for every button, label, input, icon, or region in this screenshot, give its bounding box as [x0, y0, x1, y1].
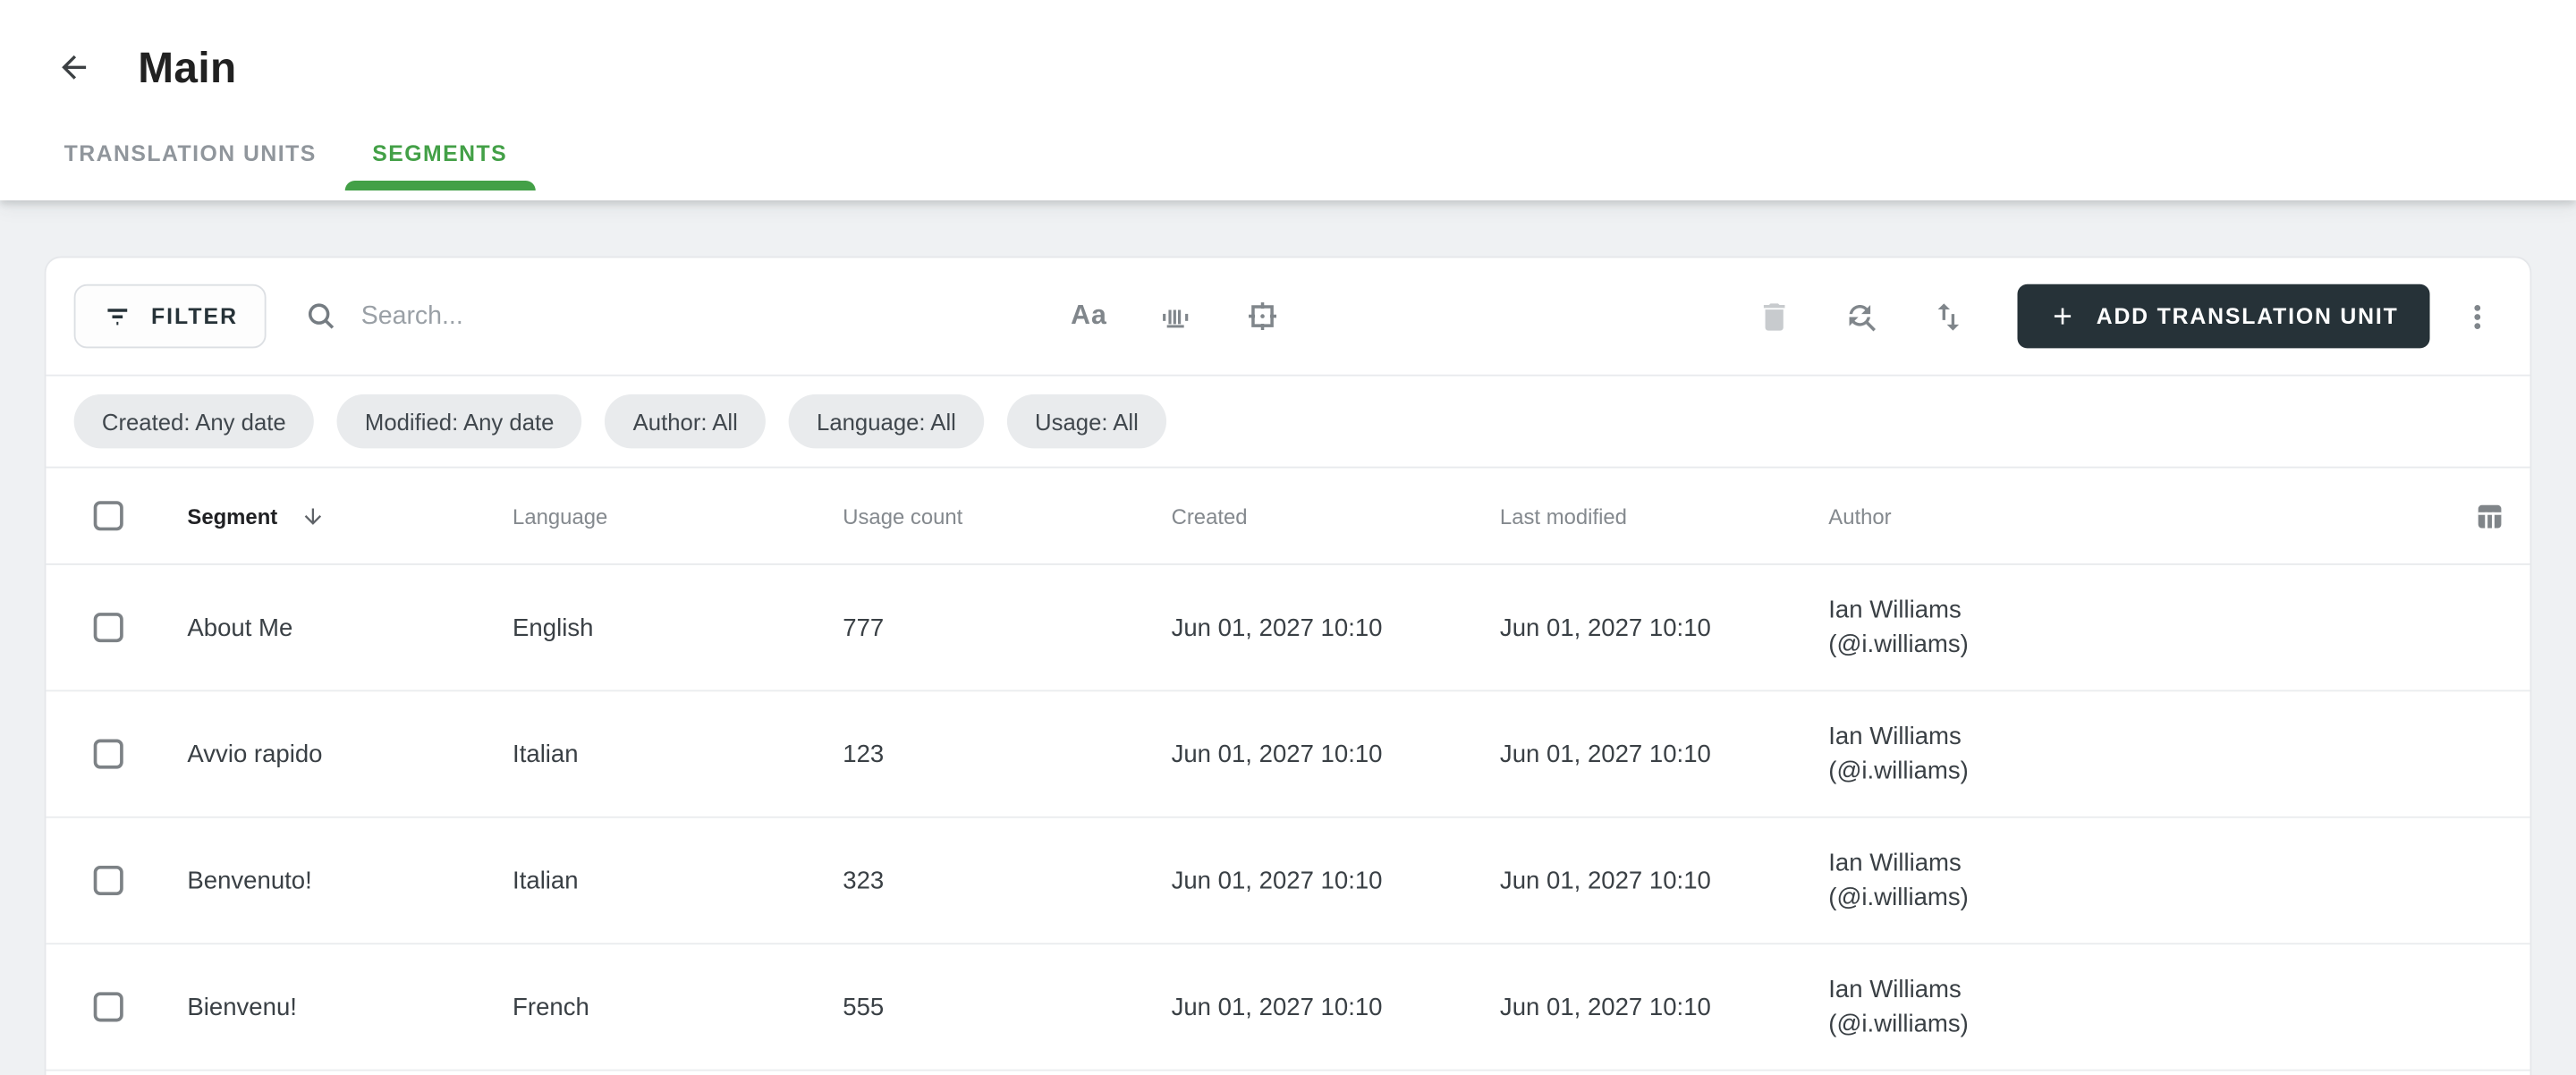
table-header: Segment Language Usage count Created Las…: [46, 468, 2530, 565]
cell-author: Ian Williams (@i.williams): [1828, 975, 1969, 1038]
tab-translation-units[interactable]: TRANSLATION UNITS: [36, 116, 344, 190]
cell-language: English: [513, 614, 594, 642]
toolbar: FILTER Aa: [46, 258, 2530, 377]
cell-language: French: [513, 993, 589, 1021]
column-header-usage-count[interactable]: Usage count: [843, 504, 1171, 529]
row-checkbox[interactable]: [93, 739, 123, 769]
chip-author[interactable]: Author: All: [605, 394, 767, 449]
cell-segment: Benvenuto!: [187, 866, 312, 895]
cell-usage-count: 777: [843, 614, 885, 642]
column-header-segment[interactable]: Segment: [187, 504, 513, 529]
cell-segment: Avvio rapido: [187, 740, 323, 768]
arrow-back-icon: [55, 49, 91, 85]
cell-last-modified: Jun 01, 2027 10:10: [1499, 614, 1711, 642]
filter-button-label: FILTER: [150, 303, 239, 329]
row-checkbox[interactable]: [93, 865, 123, 896]
cell-segment: About Me: [187, 614, 293, 642]
sort-descending-icon: [301, 504, 326, 529]
main-content: FILTER Aa: [0, 200, 2576, 1075]
cell-author: Ian Williams (@i.williams): [1828, 848, 1969, 912]
column-header-last-modified[interactable]: Last modified: [1500, 504, 1828, 529]
search-icon: [304, 299, 339, 334]
filter-chips-row: Created: Any date Modified: Any date Aut…: [46, 377, 2530, 469]
table-row[interactable]: About Me English 777 Jun 01, 2027 10:10 …: [46, 565, 2530, 692]
cell-author: Ian Williams (@i.williams): [1828, 722, 1969, 785]
chip-modified[interactable]: Modified: Any date: [336, 394, 582, 449]
find-replace-icon[interactable]: [1842, 297, 1881, 336]
cell-language: Italian: [513, 740, 579, 768]
row-checkbox[interactable]: [93, 613, 123, 643]
more-options-icon[interactable]: [2458, 297, 2497, 336]
search-box: [304, 299, 1013, 334]
add-translation-unit-button[interactable]: ADD TRANSLATION UNIT: [2017, 284, 2430, 349]
tab-bar: TRANSLATION UNITS SEGMENTS: [0, 116, 2576, 191]
cell-created: Jun 01, 2027 10:10: [1171, 740, 1383, 768]
column-header-language[interactable]: Language: [513, 504, 843, 529]
match-case-icon[interactable]: Aa: [1069, 297, 1108, 336]
select-all-checkbox[interactable]: [93, 501, 123, 531]
cell-created: Jun 01, 2027 10:10: [1171, 866, 1383, 895]
cell-created: Jun 01, 2027 10:10: [1171, 614, 1383, 642]
match-regex-icon[interactable]: [1243, 297, 1283, 336]
tab-segments[interactable]: SEGMENTS: [343, 116, 536, 191]
filter-icon: [102, 300, 133, 332]
cell-segment: Bienvenu!: [187, 993, 297, 1021]
page-title: Main: [138, 41, 237, 91]
add-translation-unit-label: ADD TRANSLATION UNIT: [2096, 303, 2399, 329]
cell-usage-count: 555: [843, 993, 885, 1021]
cell-author: Ian Williams (@i.williams): [1828, 595, 1969, 659]
chip-created[interactable]: Created: Any date: [73, 394, 314, 449]
cell-language: Italian: [513, 866, 579, 895]
table-row[interactable]: Avvio rapido Italian 123 Jun 01, 2027 10…: [46, 691, 2530, 818]
cell-usage-count: 323: [843, 866, 885, 895]
search-input[interactable]: [358, 300, 1013, 333]
plus-icon: [2048, 302, 2076, 330]
column-header-created[interactable]: Created: [1172, 504, 1500, 529]
row-checkbox[interactable]: [93, 992, 123, 1022]
chip-language[interactable]: Language: All: [788, 394, 985, 449]
segments-card: FILTER Aa: [44, 256, 2532, 1075]
cell-last-modified: Jun 01, 2027 10:10: [1499, 993, 1711, 1021]
table-row[interactable]: Bienvenu! French 555 Jun 01, 2027 10:10 …: [46, 944, 2530, 1071]
search-option-icons: Aa: [1069, 297, 1283, 336]
cell-last-modified: Jun 01, 2027 10:10: [1499, 740, 1711, 768]
chip-usage[interactable]: Usage: All: [1006, 394, 1167, 449]
page-header: Main TRANSLATION UNITS SEGMENTS: [0, 0, 2576, 201]
cell-usage-count: 123: [843, 740, 885, 768]
app-window: Main TRANSLATION UNITS SEGMENTS FILTER S…: [0, 0, 2576, 1075]
cell-last-modified: Jun 01, 2027 10:10: [1499, 866, 1711, 895]
sort-icon[interactable]: [1928, 297, 1968, 336]
back-button[interactable]: [51, 45, 97, 90]
match-whole-word-icon[interactable]: [1157, 297, 1196, 336]
column-settings-icon[interactable]: [2470, 496, 2509, 536]
filter-button[interactable]: FILTER: [73, 284, 267, 349]
delete-icon[interactable]: [1755, 297, 1794, 336]
table-row[interactable]: Benvenuto! Italian 323 Jun 01, 2027 10:1…: [46, 818, 2530, 945]
cell-created: Jun 01, 2027 10:10: [1171, 993, 1383, 1021]
table-action-icons: [1755, 297, 1969, 336]
column-header-author[interactable]: Author: [1828, 504, 2405, 529]
